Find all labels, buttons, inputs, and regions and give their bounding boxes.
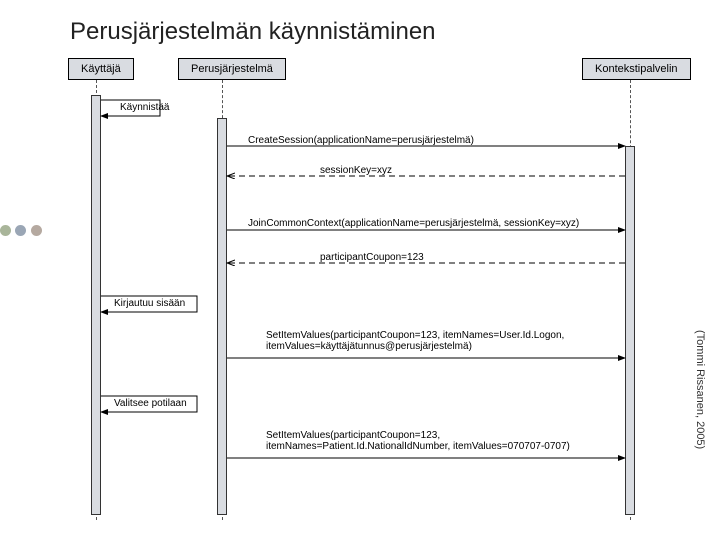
participant-system: Perusjärjestelmä (178, 58, 286, 80)
msg-set-patient: SetItemValues(participantCoupon=123, ite… (266, 430, 626, 452)
msg-start: Käynnistää (120, 102, 169, 113)
credit-text: (Tommi Rissanen, 2005) (694, 330, 706, 449)
activation-context (625, 146, 635, 515)
msg-login: Kirjautuu sisään (114, 298, 185, 309)
page-title: Perusjärjestelmän käynnistäminen (70, 18, 436, 46)
activation-user (91, 95, 101, 515)
participant-context: Kontekstipalvelin (582, 58, 691, 80)
msg-join-context: JoinCommonContext(applicationName=perusj… (248, 218, 579, 229)
msg-set-user: SetItemValues(participantCoupon=123, ite… (266, 330, 606, 352)
activation-system (217, 118, 227, 515)
msg-select-patient: Valitsee potilaan (114, 398, 187, 409)
msg-session-key: sessionKey=xyz (320, 165, 392, 176)
participant-user: Käyttäjä (68, 58, 134, 80)
decor-dots (0, 223, 42, 241)
msg-create-session: CreateSession(applicationName=perusjärje… (248, 135, 474, 146)
sequence-arrows (0, 0, 720, 540)
msg-participant-coupon: participantCoupon=123 (320, 252, 424, 263)
